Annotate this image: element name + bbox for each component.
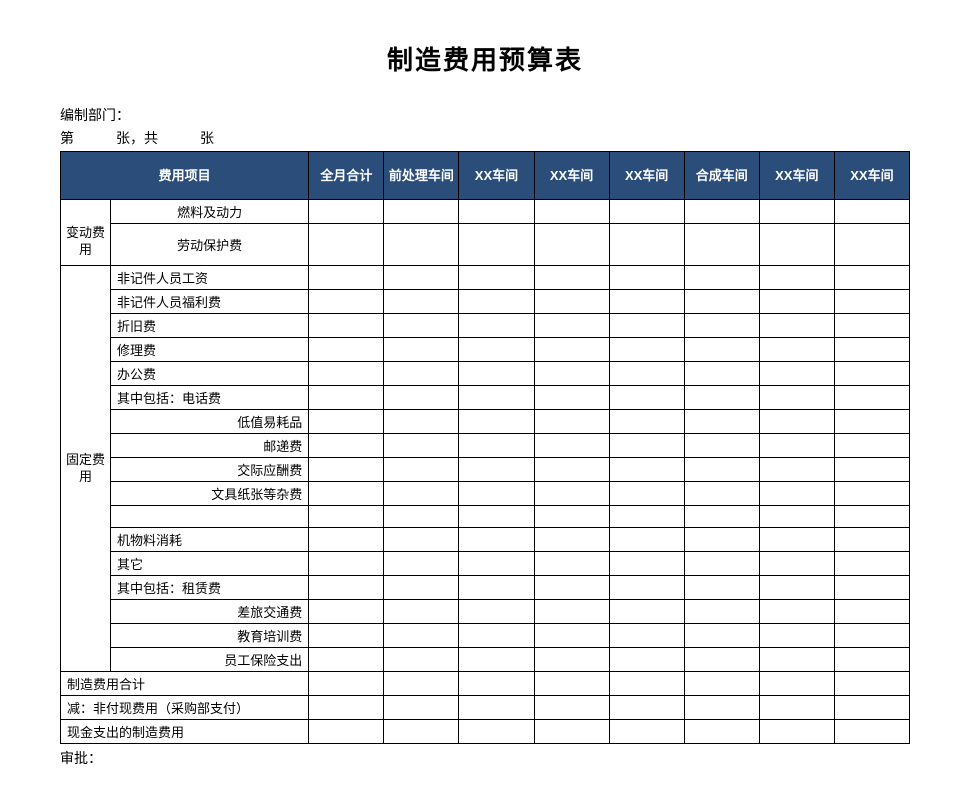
page-count-line: 第 张，共 张 (60, 128, 910, 149)
row-label: 机物料消耗 (111, 528, 309, 552)
row-label: 折旧费 (111, 314, 309, 338)
table-row: 现金支出的制造费用 (61, 720, 910, 744)
row-label: 低值易耗品 (111, 410, 309, 434)
row-label: 非记件人员福利费 (111, 290, 309, 314)
row-label: 修理费 (111, 338, 309, 362)
table-row: 修理费 (61, 338, 910, 362)
row-label: 文具纸张等杂费 (111, 482, 309, 506)
row-label: 交际应酬费 (111, 458, 309, 482)
header-col: 全月合计 (309, 152, 384, 200)
table-row: 劳动保护费 (61, 224, 910, 266)
row-label: 燃料及动力 (111, 200, 309, 224)
row-label (111, 506, 309, 528)
table-row: 交际应酬费 (61, 458, 910, 482)
category-fixed: 固定费用 (61, 266, 111, 672)
row-label: 邮递费 (111, 434, 309, 458)
table-row: 员工保险支出 (61, 648, 910, 672)
table-row: 固定费用 非记件人员工资 (61, 266, 910, 290)
table-row: 邮递费 (61, 434, 910, 458)
table-row: 制造费用合计 (61, 672, 910, 696)
table-row: 低值易耗品 (61, 410, 910, 434)
row-label: 教育培训费 (111, 624, 309, 648)
table-row (61, 506, 910, 528)
row-label: 制造费用合计 (61, 672, 309, 696)
table-row: 其中包括：电话费 (61, 386, 910, 410)
row-label: 非记件人员工资 (111, 266, 309, 290)
table-row: 其中包括：租赁费 (61, 576, 910, 600)
dept-label: 编制部门： (60, 105, 910, 126)
table-row: 差旅交通费 (61, 600, 910, 624)
table-row: 折旧费 (61, 314, 910, 338)
header-item: 费用项目 (61, 152, 309, 200)
row-label: 其中包括：租赁费 (111, 576, 309, 600)
header-col: 前处理车间 (384, 152, 459, 200)
header-col: XX车间 (834, 152, 909, 200)
row-label: 其它 (111, 552, 309, 576)
row-label: 减：非付现费用（采购部支付） (61, 696, 309, 720)
table-row: 文具纸张等杂费 (61, 482, 910, 506)
header-col: XX车间 (459, 152, 534, 200)
header-col: 合成车间 (684, 152, 759, 200)
header-col: XX车间 (534, 152, 609, 200)
table-row: 非记件人员福利费 (61, 290, 910, 314)
row-label: 差旅交通费 (111, 600, 309, 624)
row-label: 其中包括：电话费 (111, 386, 309, 410)
header-col: XX车间 (759, 152, 834, 200)
page-title: 制造费用预算表 (60, 40, 910, 77)
header-col: XX车间 (609, 152, 684, 200)
table-row: 减：非付现费用（采购部支付） (61, 696, 910, 720)
row-label: 办公费 (111, 362, 309, 386)
table-row: 其它 (61, 552, 910, 576)
row-label: 劳动保护费 (111, 224, 309, 266)
header-row: 费用项目 全月合计 前处理车间 XX车间 XX车间 XX车间 合成车间 XX车间… (61, 152, 910, 200)
row-label: 现金支出的制造费用 (61, 720, 309, 744)
approve-label: 审批： (60, 748, 910, 768)
row-label: 员工保险支出 (111, 648, 309, 672)
category-variable: 变动费用 (61, 200, 111, 266)
table-row: 机物料消耗 (61, 528, 910, 552)
table-row: 办公费 (61, 362, 910, 386)
table-row: 教育培训费 (61, 624, 910, 648)
budget-table: 费用项目 全月合计 前处理车间 XX车间 XX车间 XX车间 合成车间 XX车间… (60, 151, 910, 744)
table-row: 变动费用 燃料及动力 (61, 200, 910, 224)
